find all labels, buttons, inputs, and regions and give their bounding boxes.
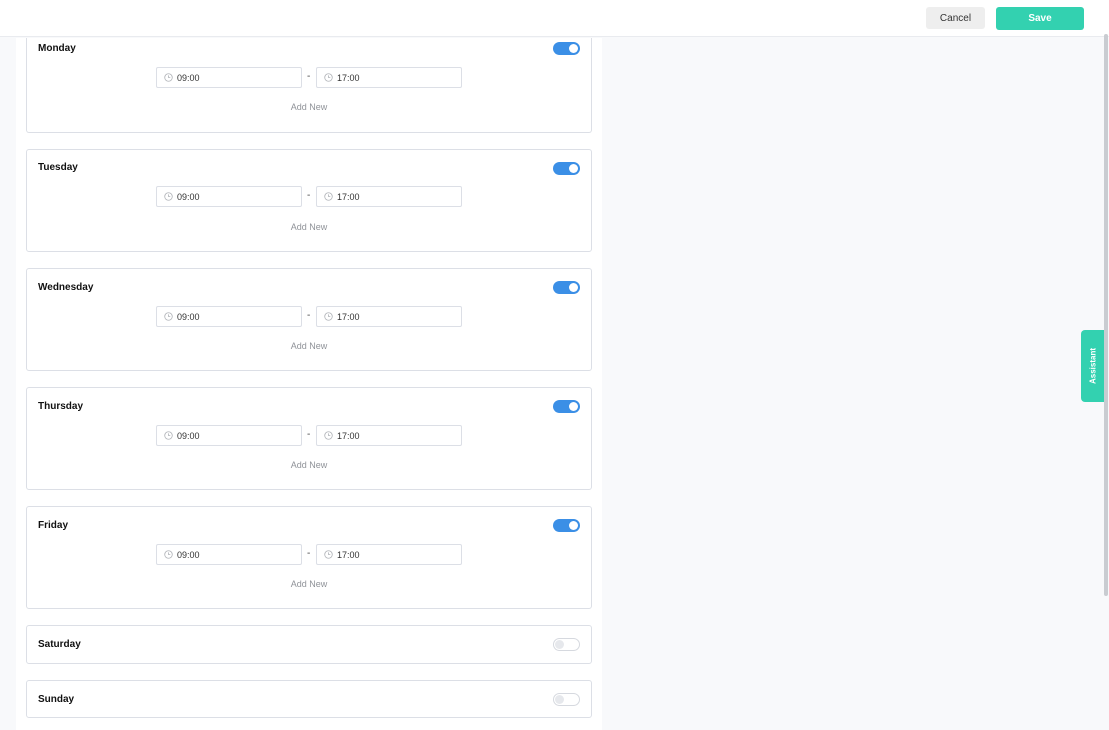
clock-icon <box>164 312 173 321</box>
start-time-input[interactable]: 09:00 <box>156 544 302 565</box>
add-new-link[interactable]: Add New <box>275 341 343 351</box>
day-card-sunday: Sunday <box>26 680 592 718</box>
end-time-input[interactable]: 17:00 <box>316 425 462 446</box>
toggle-knob <box>569 44 578 53</box>
time-separator: - <box>307 310 311 321</box>
toggle-knob <box>569 164 578 173</box>
time-separator: - <box>307 429 311 440</box>
day-toggle[interactable] <box>553 400 580 413</box>
day-name: Thursday <box>38 401 84 412</box>
save-button[interactable]: Save <box>996 7 1084 30</box>
end-time-value: 17:00 <box>337 192 360 202</box>
day-card-thursday: Thursday 09:00 - 17:00 Add New <box>26 387 592 490</box>
top-bar: Cancel Save <box>0 0 1109 37</box>
start-time-value: 09:00 <box>177 73 200 83</box>
assistant-label: Assistant <box>1088 347 1097 385</box>
day-toggle[interactable] <box>553 519 580 532</box>
toggle-knob <box>569 402 578 411</box>
add-new-link[interactable]: Add New <box>275 460 343 470</box>
day-name: Saturday <box>38 639 81 650</box>
time-separator: - <box>307 548 311 559</box>
clock-icon <box>164 550 173 559</box>
day-name: Monday <box>38 43 76 54</box>
day-card-tuesday: Tuesday 09:00 - 17:00 Add New <box>26 149 592 252</box>
day-card-saturday: Saturday <box>26 625 592 664</box>
assistant-tab[interactable]: Assistant <box>1081 330 1104 402</box>
day-toggle[interactable] <box>553 638 580 651</box>
toggle-knob <box>555 695 564 704</box>
start-time-input[interactable]: 09:00 <box>156 186 302 207</box>
clock-icon <box>324 192 333 201</box>
start-time-value: 09:00 <box>177 312 200 322</box>
end-time-value: 17:00 <box>337 550 360 560</box>
toggle-knob <box>569 521 578 530</box>
clock-icon <box>164 192 173 201</box>
end-time-value: 17:00 <box>337 431 360 441</box>
end-time-value: 17:00 <box>337 312 360 322</box>
day-card-friday: Friday 09:00 - 17:00 Add New <box>26 506 592 609</box>
end-time-input[interactable]: 17:00 <box>316 306 462 327</box>
time-separator: - <box>307 71 311 82</box>
start-time-value: 09:00 <box>177 192 200 202</box>
day-name: Friday <box>38 520 69 531</box>
day-toggle[interactable] <box>553 42 580 55</box>
clock-icon <box>324 73 333 82</box>
end-time-value: 17:00 <box>337 73 360 83</box>
clock-icon <box>324 550 333 559</box>
time-separator: - <box>307 190 311 201</box>
clock-icon <box>324 431 333 440</box>
day-name: Wednesday <box>38 282 94 293</box>
day-card-wednesday: Wednesday 09:00 - 17:00 Add New <box>26 268 592 371</box>
day-card-monday: Monday 09:00 - 17:00 Add New <box>26 38 592 133</box>
cancel-button[interactable]: Cancel <box>926 7 985 29</box>
day-name: Tuesday <box>38 162 78 173</box>
scrollbar[interactable] <box>1104 34 1108 596</box>
toggle-knob <box>555 640 564 649</box>
start-time-input[interactable]: 09:00 <box>156 306 302 327</box>
clock-icon <box>164 431 173 440</box>
end-time-input[interactable]: 17:00 <box>316 544 462 565</box>
add-new-link[interactable]: Add New <box>275 579 343 589</box>
clock-icon <box>164 73 173 82</box>
toggle-knob <box>569 283 578 292</box>
start-time-value: 09:00 <box>177 550 200 560</box>
day-name: Sunday <box>38 694 75 705</box>
day-toggle[interactable] <box>553 162 580 175</box>
day-toggle[interactable] <box>553 281 580 294</box>
start-time-input[interactable]: 09:00 <box>156 67 302 88</box>
end-time-input[interactable]: 17:00 <box>316 186 462 207</box>
clock-icon <box>324 312 333 321</box>
add-new-link[interactable]: Add New <box>275 102 343 112</box>
start-time-input[interactable]: 09:00 <box>156 425 302 446</box>
start-time-value: 09:00 <box>177 431 200 441</box>
day-toggle[interactable] <box>553 693 580 706</box>
add-new-link[interactable]: Add New <box>275 222 343 232</box>
end-time-input[interactable]: 17:00 <box>316 67 462 88</box>
